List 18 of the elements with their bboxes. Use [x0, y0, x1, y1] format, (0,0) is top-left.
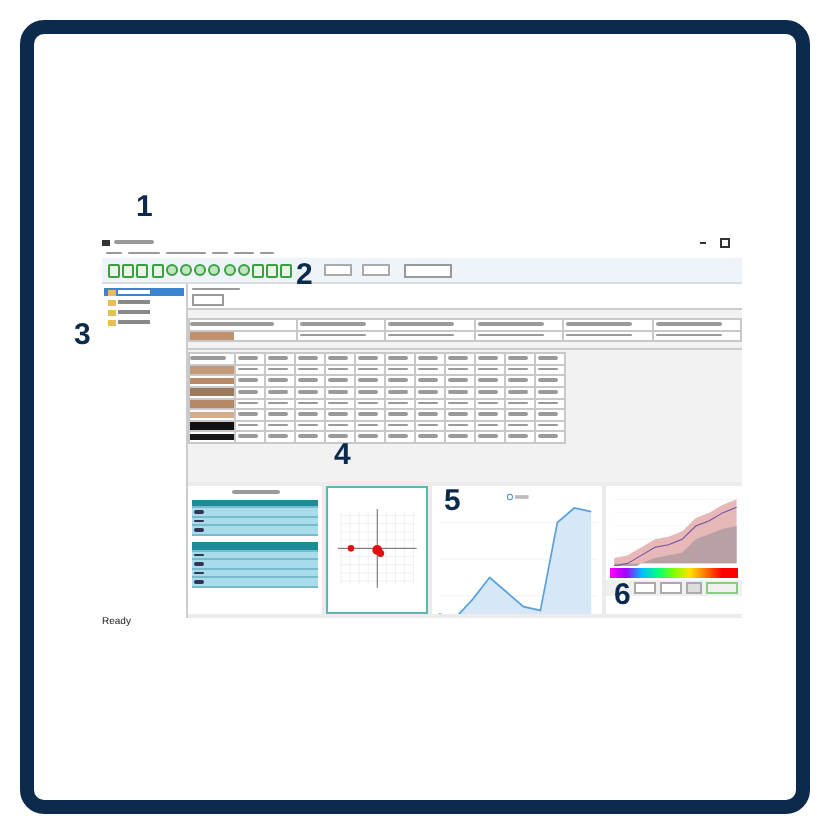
connection-status [706, 582, 738, 594]
dropdown[interactable] [634, 582, 656, 594]
dropdown[interactable] [324, 264, 353, 276]
dropdown[interactable] [361, 264, 390, 276]
app-logo-icon [102, 239, 110, 245]
tree-item[interactable] [104, 288, 184, 296]
callout-number: 3 [74, 320, 91, 350]
callout-number: 2 [296, 260, 313, 290]
search-field[interactable] [403, 263, 452, 277]
maximize-icon[interactable] [720, 237, 730, 247]
small-button[interactable] [686, 582, 702, 594]
dropdown[interactable] [660, 582, 682, 594]
callout-number: 6 [614, 580, 631, 610]
spectrum-bar [610, 568, 738, 578]
tolerance-field[interactable] [191, 293, 223, 306]
callout-number: 4 [334, 440, 351, 470]
callout-number: 5 [444, 486, 461, 516]
callout-number: 1 [136, 192, 153, 222]
